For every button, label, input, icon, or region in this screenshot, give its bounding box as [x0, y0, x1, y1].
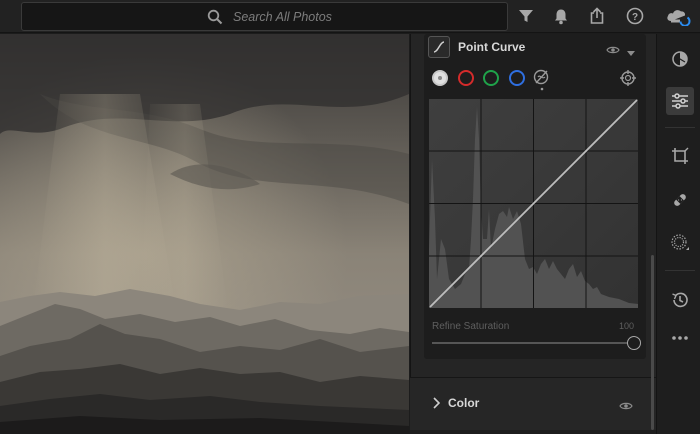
search-input[interactable]: Search All Photos: [233, 10, 332, 24]
more-icon[interactable]: [666, 324, 694, 352]
top-bar: Search All Photos ?: [0, 0, 700, 33]
channel-red-button[interactable]: [458, 70, 474, 86]
masking-icon[interactable]: [666, 229, 694, 257]
curve-icon[interactable]: [428, 36, 450, 58]
channel-luminance-button[interactable]: [432, 70, 448, 86]
refine-saturation-slider-handle[interactable]: [627, 336, 641, 350]
chevron-down-icon[interactable]: [627, 44, 635, 62]
search-icon: [207, 9, 223, 30]
selected-dot: [438, 76, 442, 80]
share-icon[interactable]: [586, 5, 608, 27]
color-eye-icon[interactable]: [619, 398, 633, 416]
photo-canvas[interactable]: [0, 34, 409, 434]
refine-saturation-slider[interactable]: [432, 342, 628, 344]
channel-green-button[interactable]: [483, 70, 499, 86]
channel-blue-button[interactable]: [509, 70, 525, 86]
color-section-label: Color: [448, 396, 480, 410]
filter-icon[interactable]: [515, 5, 537, 27]
chevron-right-icon[interactable]: [432, 396, 441, 414]
color-section-header[interactable]: [410, 378, 651, 430]
history-icon[interactable]: [666, 286, 694, 314]
tool-separator: [665, 270, 695, 271]
next-section-edge: [410, 430, 656, 434]
point-curve-title: Point Curve: [458, 40, 526, 54]
refine-saturation-label: Refine Saturation: [432, 321, 510, 332]
healing-icon[interactable]: [666, 186, 694, 214]
eye-icon[interactable]: [606, 42, 620, 60]
parametric-curve-icon[interactable]: [533, 69, 551, 96]
cloud-sync-icon[interactable]: [664, 5, 692, 27]
refine-saturation-value: 100: [619, 321, 635, 331]
tool-separator: [665, 127, 695, 128]
edit-sliders-icon[interactable]: [666, 87, 694, 115]
crop-icon[interactable]: [666, 142, 694, 170]
presets-icon[interactable]: [666, 45, 694, 73]
target-adjust-icon[interactable]: [620, 70, 636, 91]
search-box[interactable]: Search All Photos: [21, 2, 508, 31]
help-icon[interactable]: ?: [624, 5, 646, 27]
bell-icon[interactable]: [550, 5, 572, 27]
svg-text:?: ?: [632, 12, 638, 23]
panel-scrollbar[interactable]: [651, 255, 654, 430]
curve-graph[interactable]: [429, 99, 638, 308]
